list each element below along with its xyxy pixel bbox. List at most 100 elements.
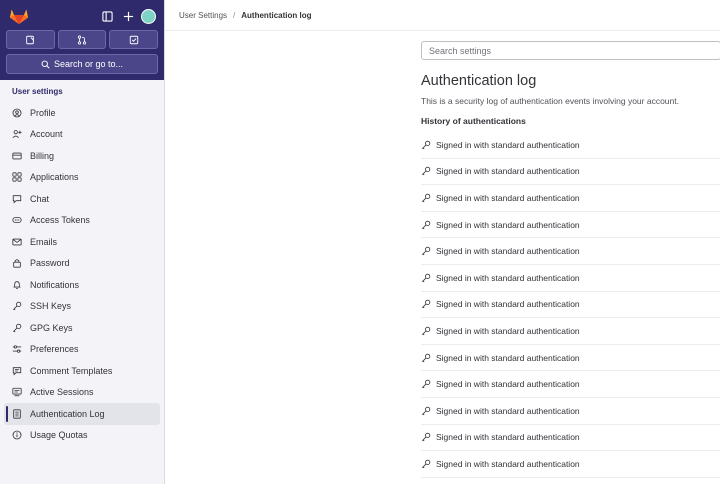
sidebar-nav: Profile Account Billing Applications Chat Acc… <box>0 102 164 446</box>
lock-icon <box>12 258 22 268</box>
sidebar-item-notifications[interactable]: Notifications <box>4 274 160 296</box>
history-heading: History of authentications <box>421 116 526 126</box>
auth-log-row: Signed in with standard authentication <box>421 451 720 478</box>
sidebar-item-label: GPG Keys <box>30 322 73 333</box>
sidebar-item-label: SSH Keys <box>30 301 72 312</box>
auth-log-row: Signed in with standard authentication <box>421 425 720 452</box>
sidebar-item-label: Profile <box>30 107 56 118</box>
sidebar-item-access-tokens[interactable]: Access Tokens <box>4 210 160 232</box>
plus-icon[interactable] <box>120 8 136 24</box>
sidebar-item-ssh-keys[interactable]: SSH Keys <box>4 296 160 318</box>
key-icon <box>421 353 431 363</box>
sidebar-header: Search or go to... <box>0 0 164 80</box>
auth-log-row: Signed in with standard authentication <box>421 318 720 345</box>
key-icon <box>421 432 431 442</box>
sidebar-item-label: Notifications <box>30 279 80 290</box>
page-title: Authentication log <box>421 73 537 89</box>
auth-log-text: Signed in with standard authentication <box>436 325 580 336</box>
sidebar-item-account[interactable]: Account <box>4 124 160 146</box>
sidebar-item-comment-templates[interactable]: Comment Templates <box>4 360 160 382</box>
auth-log-text: Signed in with standard authentication <box>436 192 580 203</box>
issues-button[interactable] <box>6 30 55 49</box>
billing-icon <box>12 151 22 161</box>
auth-log-text: Signed in with standard authentication <box>436 139 580 150</box>
key-icon <box>421 166 431 176</box>
sidebar-item-usage-quotas[interactable]: Usage Quotas <box>4 425 160 447</box>
auth-log-text: Signed in with standard authentication <box>436 405 580 416</box>
auth-log-text: Signed in with standard authentication <box>436 246 580 257</box>
sidebar-item-label: Emails <box>30 236 58 247</box>
sidebar-section-title: User settings <box>12 87 63 96</box>
key-icon <box>421 246 431 256</box>
app: Search or go to... User settings Profile… <box>0 0 720 484</box>
mail-icon <box>12 237 22 247</box>
sidebar-item-label: Access Tokens <box>30 215 90 226</box>
sidebar-item-label: Usage Quotas <box>30 430 88 441</box>
search-button[interactable]: Search or go to... <box>6 54 158 74</box>
sidebar-item-label: Password <box>30 258 70 269</box>
main-content: User Settings / Authentication log Searc… <box>165 0 720 484</box>
auth-log-list: Signed in with standard authentication Si… <box>421 132 720 478</box>
quota-icon <box>12 430 22 440</box>
key-icon <box>421 326 431 336</box>
auth-log-text: Signed in with standard authentication <box>436 166 580 177</box>
todo-icon <box>129 35 138 44</box>
key-icon <box>421 193 431 203</box>
breadcrumb-parent-link[interactable]: User Settings <box>179 11 227 20</box>
auth-log-row: Signed in with standard authentication <box>421 398 720 425</box>
auth-log-text: Signed in with standard authentication <box>436 379 580 390</box>
auth-log-row: Signed in with standard authentication <box>421 345 720 372</box>
key-icon <box>12 323 22 333</box>
sidebar-item-password[interactable]: Password <box>4 253 160 275</box>
key-icon <box>421 379 431 389</box>
sidebar: Search or go to... User settings Profile… <box>0 0 165 484</box>
merge-request-icon <box>77 35 87 45</box>
key-icon <box>421 220 431 230</box>
auth-log-text: Signed in with standard authentication <box>436 352 580 363</box>
comment-icon <box>12 366 22 376</box>
sidebar-item-preferences[interactable]: Preferences <box>4 339 160 361</box>
profile-icon <box>12 108 22 118</box>
breadcrumb-current: Authentication log <box>241 10 312 20</box>
sessions-icon <box>12 387 22 397</box>
key-icon <box>421 406 431 416</box>
sidebar-item-label: Chat <box>30 193 50 204</box>
todo-button[interactable] <box>109 30 159 49</box>
auth-log-text: Signed in with standard authentication <box>436 432 580 443</box>
search-settings-input[interactable]: Search settings <box>421 41 720 60</box>
sidebar-item-billing[interactable]: Billing <box>4 145 160 167</box>
sidebar-item-applications[interactable]: Applications <box>4 167 160 189</box>
sidebar-item-label: Active Sessions <box>30 387 94 398</box>
auth-log-row: Signed in with standard authentication <box>421 212 720 239</box>
preferences-icon <box>12 344 22 354</box>
avatar[interactable] <box>141 8 156 24</box>
sidebar-item-label: Comment Templates <box>30 365 113 376</box>
sidebar-item-chat[interactable]: Chat <box>4 188 160 210</box>
auth-log-row: Signed in with standard authentication <box>421 371 720 398</box>
auth-log-row: Signed in with standard authentication <box>421 132 720 159</box>
search-settings-placeholder: Search settings <box>429 45 492 56</box>
sidebar-item-active-sessions[interactable]: Active Sessions <box>4 382 160 404</box>
auth-log-row: Signed in with standard authentication <box>421 159 720 186</box>
gitlab-logo-icon[interactable] <box>9 7 29 25</box>
issues-icon <box>26 35 35 44</box>
merge-requests-button[interactable] <box>57 30 107 49</box>
sidebar-item-profile[interactable]: Profile <box>4 102 160 124</box>
key-icon <box>421 299 431 309</box>
chat-icon <box>12 194 22 204</box>
sidebar-item-emails[interactable]: Emails <box>4 231 160 253</box>
sidebar-item-gpg-keys[interactable]: GPG Keys <box>4 317 160 339</box>
sidebar-toggle-icon[interactable] <box>99 8 115 24</box>
key-icon <box>12 301 22 311</box>
key-icon <box>421 273 431 283</box>
search-button-label: Search or go to... <box>53 59 124 69</box>
sidebar-item-label: Account <box>30 129 63 140</box>
page-description: This is a security log of authentication… <box>421 96 679 106</box>
sidebar-item-authentication-log[interactable]: Authentication Log <box>4 403 160 425</box>
auth-log-row: Signed in with standard authentication <box>421 292 720 319</box>
auth-log-text: Signed in with standard authentication <box>436 299 580 310</box>
log-icon <box>12 409 22 419</box>
auth-log-row: Signed in with standard authentication <box>421 185 720 212</box>
token-icon <box>12 215 22 225</box>
sidebar-item-label: Authentication Log <box>30 408 105 419</box>
